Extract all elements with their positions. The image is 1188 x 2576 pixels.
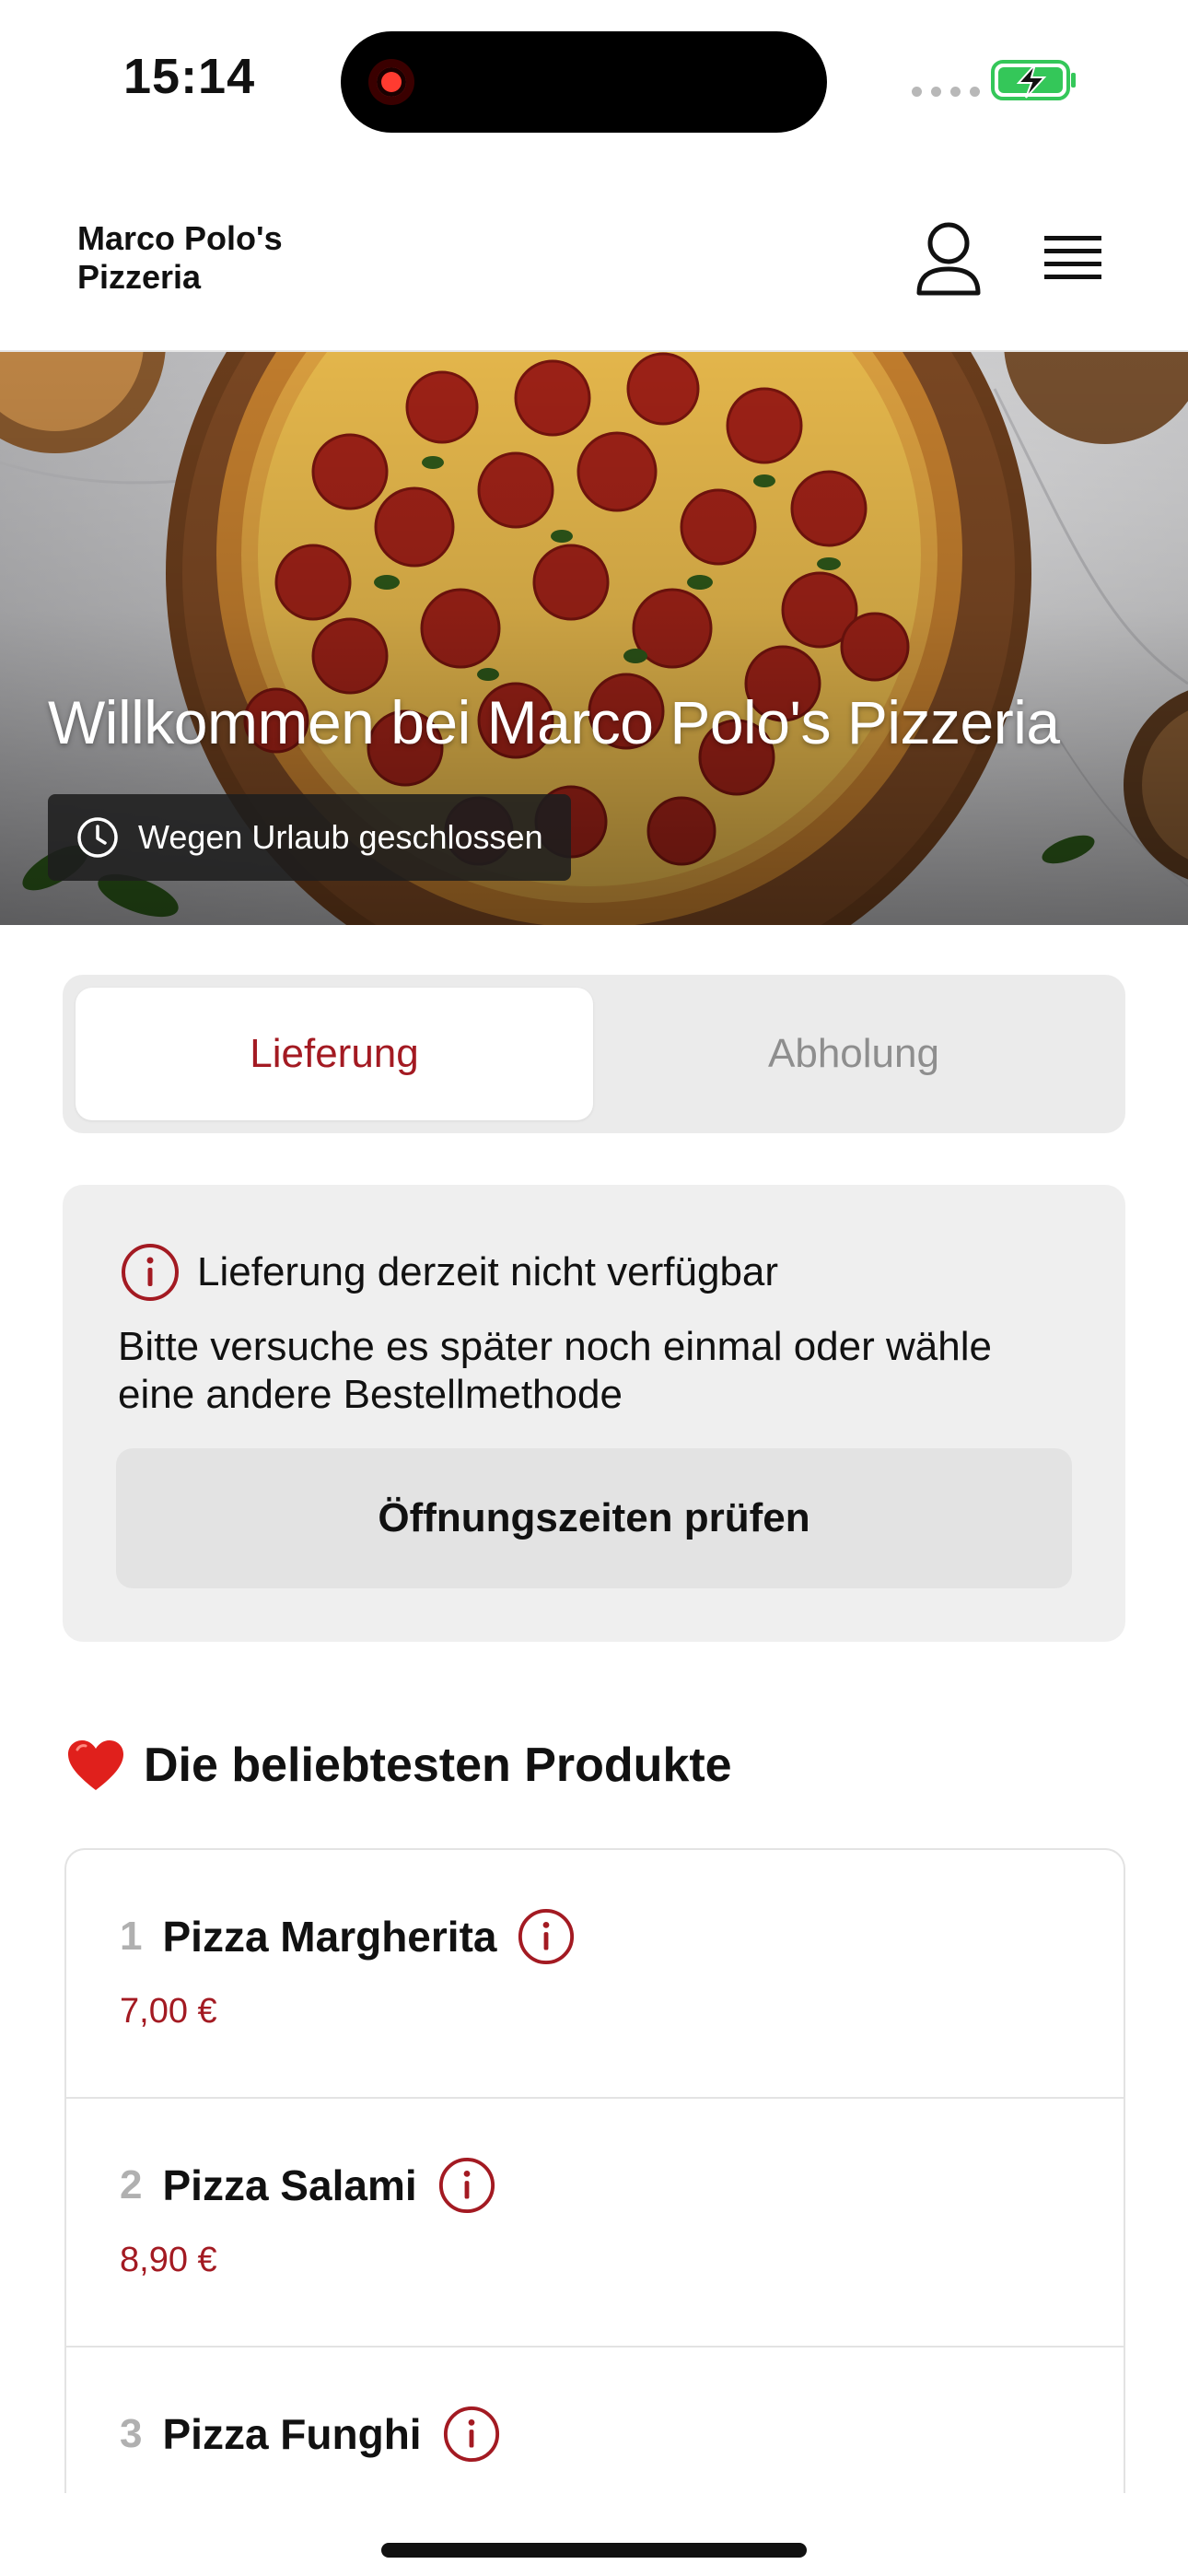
user-icon[interactable]	[912, 217, 985, 300]
alert-title: Lieferung derzeit nicht verfügbar	[197, 1249, 779, 1294]
brand-line-2: Pizzeria	[77, 258, 202, 296]
battery-charging-icon	[991, 60, 1076, 100]
product-info-icon[interactable]	[437, 2156, 496, 2215]
home-indicator[interactable]	[381, 2543, 807, 2558]
alert-message: Bitte versuche es später noch einmal ode…	[118, 1324, 992, 1417]
brand-line-1: Marco Polo's	[77, 219, 283, 257]
product-rank: 1	[120, 1914, 143, 1959]
product-item[interactable]: 3 Pizza Funghi	[66, 2348, 1124, 2493]
popular-section-header: Die beliebtesten Produkte	[66, 1738, 732, 1793]
tab-lieferung[interactable]: Lieferung	[76, 988, 593, 1120]
tab-abholung[interactable]: Abholung	[595, 988, 1112, 1120]
order-mode-switch: Lieferung Abholung	[63, 975, 1125, 1133]
app-header: Marco Polo's Pizzeria	[0, 166, 1188, 352]
status-bar: 15:14	[0, 0, 1188, 166]
product-info-icon[interactable]	[517, 1907, 576, 1966]
delivery-unavailable-card: Lieferung derzeit nicht verfügbar Bitte …	[63, 1185, 1125, 1642]
recording-indicator-icon	[368, 59, 414, 105]
product-name: Pizza Margherita	[162, 1913, 497, 1961]
section-title: Die beliebtesten Produkte	[144, 1739, 732, 1792]
product-price: 7,00 €	[120, 1992, 217, 2031]
hero-title: Willkommen bei Marco Polo's Pizzeria	[48, 688, 1060, 756]
product-item[interactable]: 1 Pizza Margherita 7,00 €	[66, 1850, 1124, 2099]
product-item[interactable]: 2 Pizza Salami 8,90 €	[66, 2099, 1124, 2348]
product-rank: 3	[120, 2411, 143, 2456]
info-icon	[122, 1244, 179, 1301]
hamburger-menu-icon[interactable]	[1037, 223, 1114, 293]
hero-banner: Willkommen bei Marco Polo's Pizzeria Weg…	[0, 352, 1188, 925]
product-price: 8,90 €	[120, 2241, 217, 2279]
product-name: Pizza Salami	[162, 2161, 417, 2209]
popular-products-list: 1 Pizza Margherita 7,00 € 2 Pizza Salami…	[64, 1848, 1125, 2493]
product-info-icon[interactable]	[442, 2405, 501, 2464]
check-opening-hours-button[interactable]: Öffnungszeiten prüfen	[116, 1448, 1072, 1588]
closed-status-label: Wegen Urlaub geschlossen	[138, 818, 543, 856]
product-rank: 2	[120, 2162, 143, 2207]
brand-name[interactable]: Marco Polo's Pizzeria	[77, 219, 372, 297]
product-name: Pizza Funghi	[162, 2410, 422, 2458]
status-time: 15:14	[123, 49, 256, 104]
clock-icon	[77, 817, 118, 858]
closed-status-badge: Wegen Urlaub geschlossen	[48, 794, 571, 881]
alert-heading: Lieferung derzeit nicht verfügbar	[120, 1242, 778, 1303]
heart-icon	[68, 1740, 123, 1790]
cellular-signal-icon	[912, 87, 980, 97]
dynamic-island	[341, 31, 827, 133]
